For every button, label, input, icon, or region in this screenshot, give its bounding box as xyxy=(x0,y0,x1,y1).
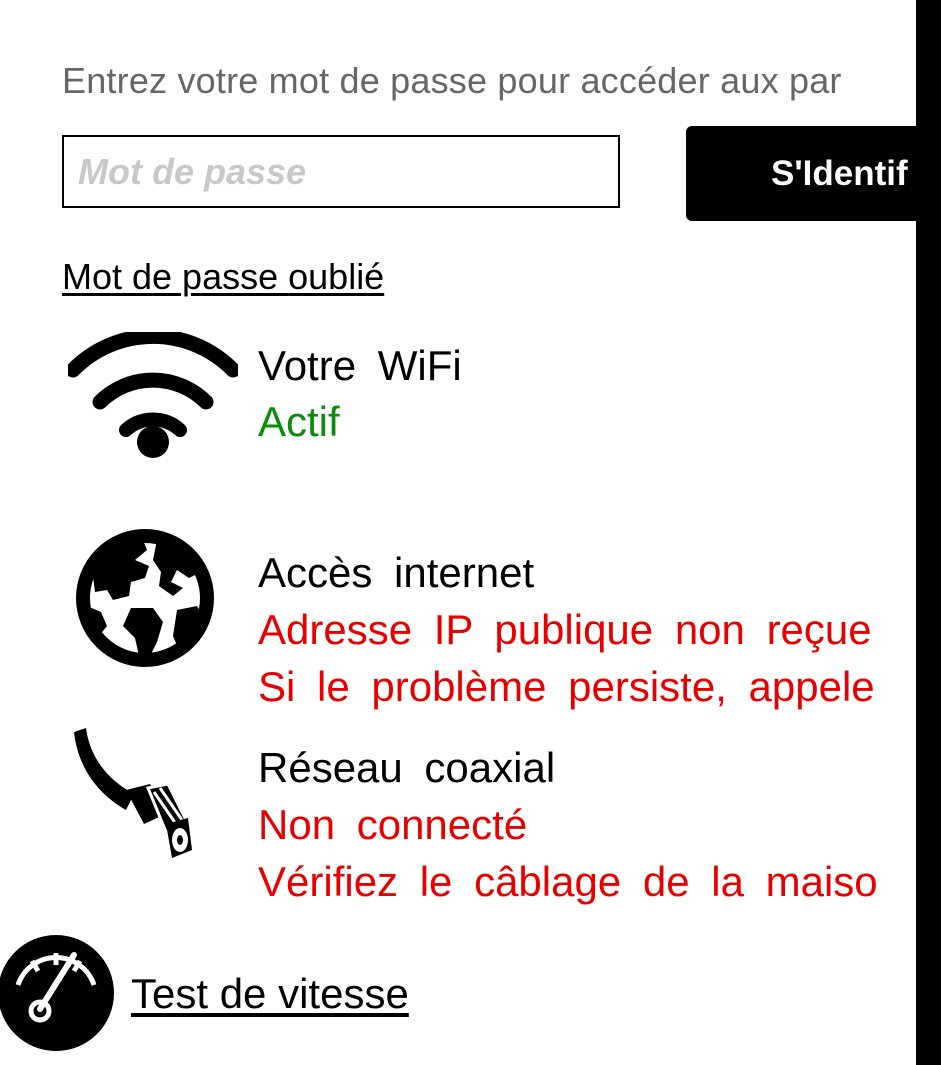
page: Entrez votre mot de passe pour accéder a… xyxy=(0,0,941,1065)
login-button[interactable]: S'Identif xyxy=(686,126,941,221)
globe-icon xyxy=(76,529,214,667)
coax-status: Réseau coaxial Non connecté Vérifiez le … xyxy=(258,740,878,910)
speed-test-link[interactable]: Test de vitesse xyxy=(131,970,409,1018)
wifi-status: Votre WiFi Actif xyxy=(258,338,462,450)
right-edge-bar xyxy=(916,0,941,1065)
password-input[interactable] xyxy=(62,135,620,208)
speedometer-icon[interactable] xyxy=(0,925,126,1060)
login-intro-text: Entrez votre mot de passe pour accéder a… xyxy=(62,60,842,101)
forgot-password-link[interactable]: Mot de passe oublié xyxy=(62,256,384,298)
wifi-status-title: Votre WiFi xyxy=(258,342,462,389)
coax-status-title: Réseau coaxial xyxy=(258,744,556,791)
internet-status-hint: Si le problème persiste, appele xyxy=(258,663,875,710)
wifi-status-state: Actif xyxy=(258,398,340,445)
coax-status-hint: Vérifiez le câblage de la maiso xyxy=(258,858,878,905)
coax-cable-icon xyxy=(74,728,192,858)
internet-status-state: Adresse IP publique non reçue xyxy=(258,606,872,653)
wifi-icon xyxy=(68,332,238,458)
coax-status-state: Non connecté xyxy=(258,801,528,848)
internet-status: Accès internet Adresse IP publique non r… xyxy=(258,545,875,715)
internet-status-title: Accès internet xyxy=(258,549,535,596)
